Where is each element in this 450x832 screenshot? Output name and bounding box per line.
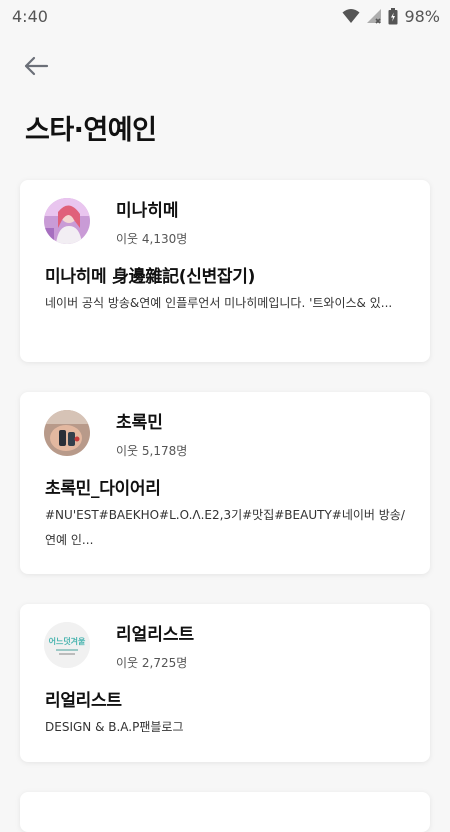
avatar[interactable] bbox=[44, 198, 90, 244]
battery-percent: 98% bbox=[404, 6, 440, 26]
blog-description: 네이버 공식 방송&연예 인플루언서 미나히메입니다. '트와이스& 있... bbox=[45, 296, 393, 310]
avatar-logo-text: 어느덧겨울 bbox=[49, 636, 86, 646]
wifi-icon bbox=[342, 8, 360, 24]
blog-title: 리얼리스트 bbox=[45, 691, 122, 711]
back-button[interactable] bbox=[20, 50, 52, 82]
blog-title: 초록민_다이어리 bbox=[45, 479, 161, 499]
blog-name: 리얼리스트 bbox=[116, 625, 195, 645]
blog-title: 미나히메 身邊雜記(신변잡기) bbox=[45, 267, 256, 287]
blog-card[interactable] bbox=[20, 792, 430, 832]
blog-card[interactable]: 미나히메 이웃 4,130명 미나히메 身邊雜記(신변잡기) 네이버 공식 방송… bbox=[20, 180, 430, 362]
blog-description: DESIGN & B.A.P팬블로그 bbox=[45, 720, 184, 734]
status-time: 4:40 bbox=[12, 6, 48, 26]
avatar[interactable] bbox=[44, 410, 90, 456]
blog-card[interactable]: 어느덧겨울 리얼리스트 이웃 2,725명 리얼리스트 DESIGN & B.A… bbox=[20, 604, 430, 762]
neighbor-count: 이웃 5,178명 bbox=[116, 444, 188, 458]
cell-signal-icon bbox=[366, 8, 382, 24]
status-bar: 4:40 98% bbox=[0, 0, 450, 32]
blog-description: #NU'EST#BAEKHO#L.O.Λ.E2,3기#맛집#BEAUTY#네이버… bbox=[45, 508, 405, 547]
page-title: 스타·연예인 bbox=[25, 115, 157, 146]
status-icons: 98% bbox=[342, 7, 440, 26]
blog-name: 미나히메 bbox=[116, 201, 179, 221]
back-arrow-icon bbox=[24, 56, 49, 76]
blog-name: 초록민 bbox=[116, 413, 163, 433]
blog-card[interactable]: 초록민 이웃 5,178명 초록민_다이어리 #NU'EST#BAEKHO#L.… bbox=[20, 392, 430, 574]
neighbor-count: 이웃 2,725명 bbox=[116, 656, 188, 670]
neighbor-count: 이웃 4,130명 bbox=[116, 232, 188, 246]
avatar[interactable]: 어느덧겨울 bbox=[44, 622, 90, 668]
battery-icon bbox=[388, 7, 398, 25]
